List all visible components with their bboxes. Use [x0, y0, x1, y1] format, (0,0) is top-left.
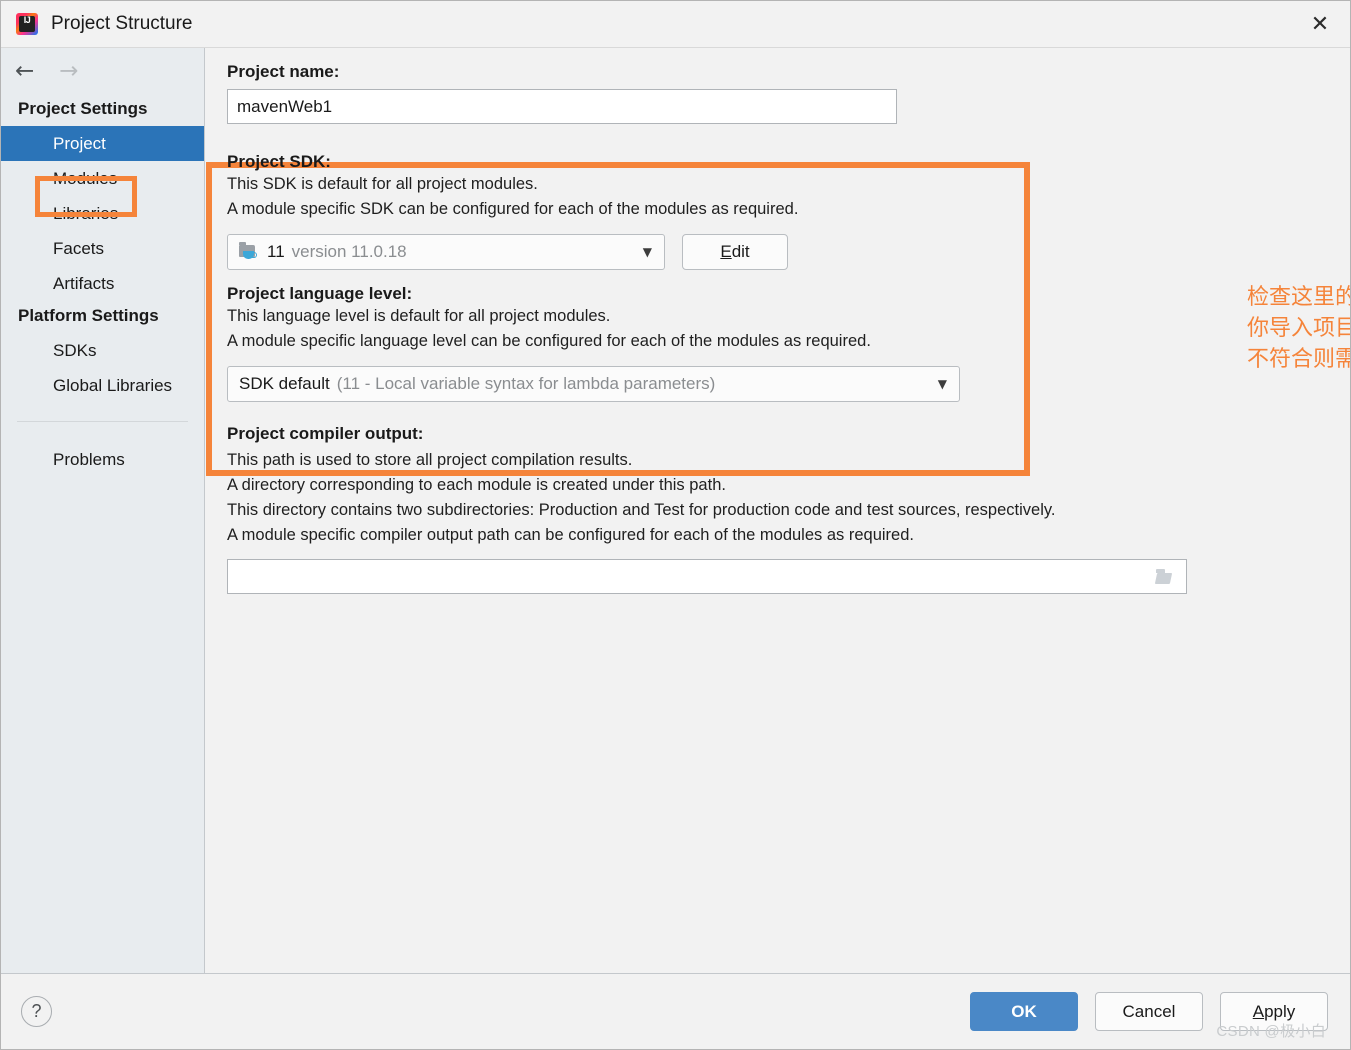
sidebar-group-platform-settings: Platform Settings: [18, 306, 159, 325]
edit-button-mnemonic: E: [720, 242, 732, 261]
sidebar-item-problems[interactable]: Problems: [1, 442, 204, 477]
apply-button[interactable]: Apply: [1220, 992, 1328, 1031]
close-icon[interactable]: ✕: [1290, 1, 1350, 47]
annotation-line-3: 不符合则需要修改: [1247, 346, 1350, 371]
annotation-line-2: 你导入项目的jdk版本，: [1247, 315, 1350, 340]
intellij-idea-icon: [16, 13, 38, 35]
project-name-label: Project name:: [227, 62, 340, 81]
dialog-footer: ? OK Cancel Apply CSDN @极小白: [1, 973, 1350, 1049]
project-sdk-label: Project SDK:: [227, 152, 331, 171]
compiler-output-description-line-2: A directory corresponding to each module…: [227, 476, 726, 494]
window-title: Project Structure: [51, 13, 193, 34]
chevron-down-icon: ▼: [642, 245, 652, 259]
sidebar-item-project[interactable]: Project: [1, 126, 204, 161]
project-sdk-selected-version: version 11.0.18: [291, 242, 407, 261]
project-sdk-dropdown[interactable]: 11 version 11.0.18 ▼: [227, 234, 665, 270]
chevron-down-icon: ▼: [937, 377, 947, 391]
project-sdk-section: Project SDK: This SDK is default for all…: [227, 152, 1350, 270]
sidebar: ← → Project Settings Project Modules Lib…: [1, 48, 205, 973]
project-name-input[interactable]: mavenWeb1: [227, 89, 897, 124]
project-sdk-selected-name: 11: [267, 242, 285, 261]
help-button[interactable]: ?: [21, 996, 52, 1027]
title-bar: Project Structure ✕: [1, 1, 1350, 48]
ok-button[interactable]: OK: [970, 992, 1078, 1031]
project-structure-dialog: Project Structure ✕ ← → Project Settings…: [0, 0, 1351, 1050]
forward-arrow-icon[interactable]: →: [59, 59, 78, 83]
project-language-level-dropdown[interactable]: SDK default (11 - Local variable syntax …: [227, 366, 960, 402]
language-level-selected-detail: (11 - Local variable syntax for lambda p…: [336, 374, 716, 393]
cancel-button[interactable]: Cancel: [1095, 992, 1203, 1031]
project-sdk-description-line-1: This SDK is default for all project modu…: [227, 175, 538, 193]
project-compiler-output-input[interactable]: [227, 559, 1187, 594]
sidebar-item-libraries[interactable]: Libraries: [1, 196, 204, 231]
apply-button-mnemonic: A: [1252, 1001, 1265, 1021]
compiler-output-description-line-3: This directory contains two subdirectori…: [227, 501, 1056, 519]
sidebar-item-sdks[interactable]: SDKs: [1, 333, 204, 368]
compiler-output-description-line-4: A module specific compiler output path c…: [227, 526, 914, 544]
project-language-level-description-line-2: A module specific language level can be …: [227, 332, 871, 350]
sidebar-item-artifacts[interactable]: Artifacts: [1, 266, 204, 301]
open-folder-icon[interactable]: [1156, 569, 1176, 584]
project-compiler-output-section: Project compiler output: This path is us…: [227, 424, 1350, 594]
main-panel: Project name: mavenWeb1 Project SDK: Thi…: [205, 48, 1350, 973]
project-language-level-section: Project language level: This language le…: [227, 284, 1350, 402]
project-sdk-description-line-2: A module specific SDK can be configured …: [227, 200, 799, 218]
compiler-output-description-line-1: This path is used to store all project c…: [227, 451, 633, 469]
language-level-selected-name: SDK default: [239, 374, 330, 393]
java-sdk-folder-icon: [239, 241, 258, 261]
sidebar-item-modules[interactable]: Modules: [1, 161, 204, 196]
apply-button-label-rest: pply: [1264, 1001, 1296, 1021]
sidebar-item-facets[interactable]: Facets: [1, 231, 204, 266]
sidebar-group-project-settings: Project Settings: [18, 99, 148, 118]
edit-sdk-button[interactable]: Edit: [682, 234, 788, 270]
project-language-level-label: Project language level:: [227, 284, 413, 303]
annotation-line-1: 检查这里的jdk是否符合: [1247, 284, 1350, 309]
sidebar-item-global-libraries[interactable]: Global Libraries: [1, 368, 204, 403]
edit-button-label-rest: dit: [731, 242, 750, 261]
back-arrow-icon[interactable]: ←: [15, 59, 34, 83]
project-language-level-description-line-1: This language level is default for all p…: [227, 307, 611, 325]
project-compiler-output-label: Project compiler output:: [227, 424, 424, 443]
chinese-annotation-note: 检查这里的jdk是否符合 你导入项目的jdk版本， 不符合则需要修改: [1247, 281, 1350, 374]
dialog-body: ← → Project Settings Project Modules Lib…: [1, 48, 1350, 973]
project-sdk-controls: 11 version 11.0.18 ▼ Edit: [227, 234, 1350, 270]
sidebar-navigation: ← →: [1, 48, 204, 94]
